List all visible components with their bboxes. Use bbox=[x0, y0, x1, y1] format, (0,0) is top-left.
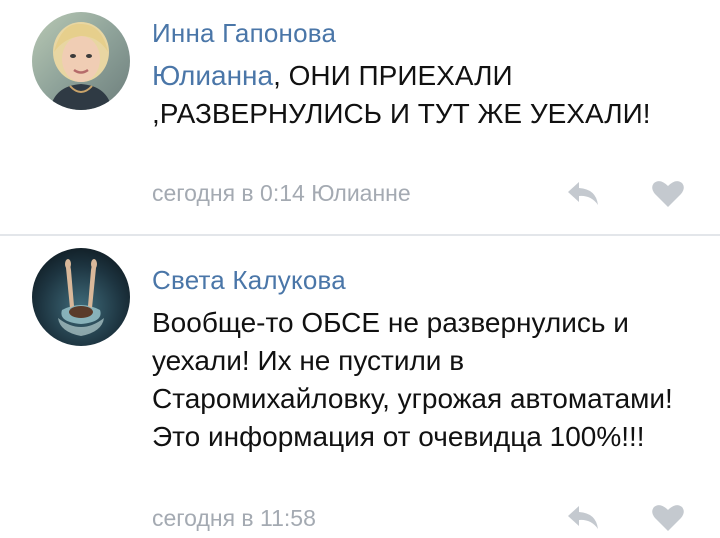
comment-author[interactable]: Света Калукова bbox=[152, 265, 346, 296]
comment-text: Вообще-то ОБСЕ не развернулись и уехали!… bbox=[152, 307, 673, 452]
avatar-photo-icon bbox=[32, 12, 130, 110]
comment-item: Света Калукова Вообще-то ОБСЕ не разверн… bbox=[0, 236, 720, 538]
comment-author[interactable]: Инна Гапонова bbox=[152, 18, 336, 49]
avatar[interactable] bbox=[32, 12, 130, 110]
avatar[interactable] bbox=[32, 248, 130, 346]
reply-to-link[interactable]: Юлианна bbox=[152, 60, 273, 91]
comment-text: Юлианна, ОНИ ПРИЕХАЛИ ,РАЗВЕРНУЛИСЬ И ТУ… bbox=[152, 57, 692, 133]
reply-icon[interactable] bbox=[565, 502, 601, 532]
avatar-photo-icon bbox=[32, 248, 130, 346]
heart-icon[interactable] bbox=[650, 179, 686, 209]
heart-icon[interactable] bbox=[650, 503, 686, 533]
comment-item: Инна Гапонова Юлианна, ОНИ ПРИЕХАЛИ ,РАЗ… bbox=[0, 0, 720, 234]
comment-timestamp: сегодня в 11:58 bbox=[152, 505, 316, 531]
reply-icon[interactable] bbox=[565, 178, 601, 208]
comment-timestamp: сегодня в 0:14 Юлианне bbox=[152, 180, 411, 206]
